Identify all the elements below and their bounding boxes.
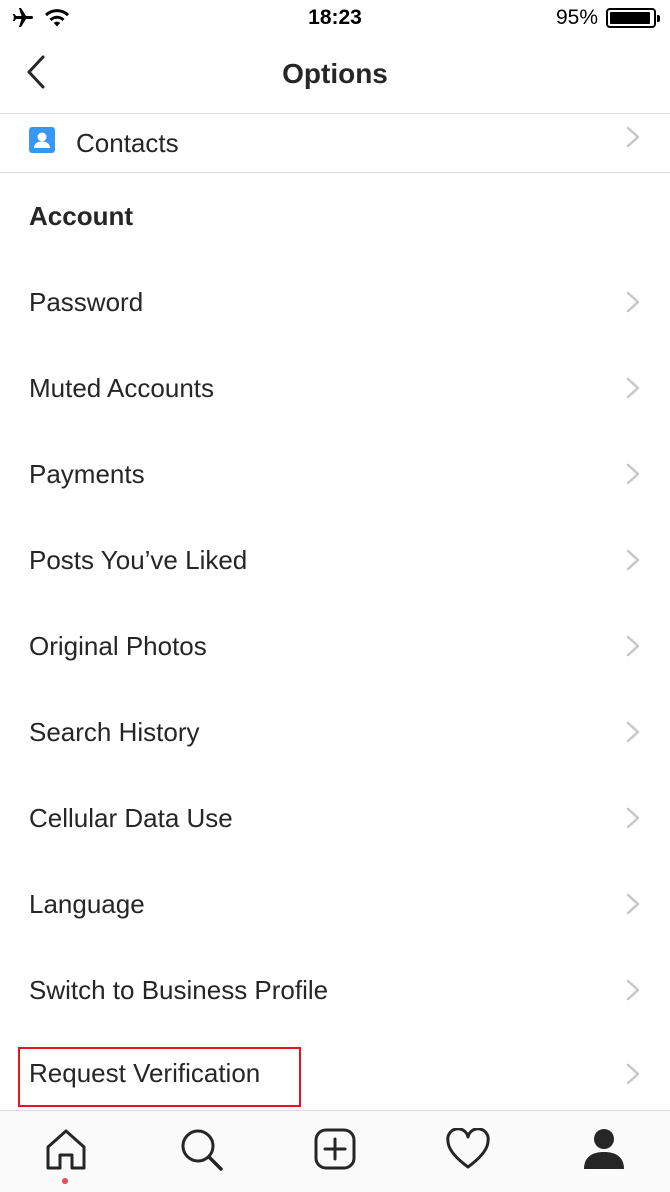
chevron-right-icon <box>626 807 640 829</box>
original-photos-row[interactable]: Original Photos <box>0 603 670 689</box>
chevron-right-icon <box>626 291 640 313</box>
row-label: Muted Accounts <box>29 372 214 403</box>
tab-home[interactable] <box>42 1127 90 1175</box>
status-right: 95% <box>555 6 660 30</box>
contacts-icon <box>29 126 55 160</box>
home-icon <box>44 1127 88 1176</box>
row-label: Original Photos <box>29 630 207 661</box>
row-label: Switch to Business Profile <box>29 974 329 1005</box>
row-label: Posts You’ve Liked <box>29 544 248 575</box>
tab-new-post[interactable] <box>311 1127 359 1175</box>
row-label: Cellular Data Use <box>29 802 233 833</box>
contacts-row[interactable]: Contacts <box>0 114 670 173</box>
row-label: Request Verification <box>29 1058 261 1088</box>
search-icon <box>179 1127 223 1176</box>
account-section-header: Account <box>29 200 133 231</box>
nav-bar: Options <box>0 38 670 114</box>
search-history-row[interactable]: Search History <box>0 689 670 775</box>
chevron-right-icon <box>626 549 640 571</box>
cellular-data-use-row[interactable]: Cellular Data Use <box>0 775 670 861</box>
activity-heart-icon <box>445 1126 491 1175</box>
battery-percentage: 95% <box>555 6 598 29</box>
switch-business-profile-row[interactable]: Switch to Business Profile <box>0 947 670 1033</box>
chevron-right-icon <box>626 463 640 485</box>
tab-activity[interactable] <box>444 1126 492 1175</box>
posts-liked-row[interactable]: Posts You’ve Liked <box>0 517 670 603</box>
password-row[interactable]: Password <box>0 259 670 345</box>
tab-profile[interactable] <box>580 1127 628 1175</box>
row-label: Password <box>29 286 144 317</box>
payments-row[interactable]: Payments <box>0 431 670 517</box>
page-title: Options <box>282 58 388 89</box>
contacts-label: Contacts <box>76 127 179 158</box>
chevron-right-icon <box>626 979 640 1001</box>
profile-icon <box>582 1127 626 1176</box>
battery-icon <box>606 8 660 28</box>
request-verification-row[interactable]: Request Verification <box>0 1033 670 1110</box>
chevron-right-icon <box>626 1063 640 1084</box>
tab-bar <box>0 1110 670 1192</box>
row-label: Payments <box>29 458 145 489</box>
tab-search[interactable] <box>177 1127 225 1175</box>
new-post-icon <box>313 1127 357 1176</box>
options-list: Contacts Account Password Muted Accounts… <box>0 114 670 1110</box>
chevron-right-icon <box>626 893 640 915</box>
active-tab-dot <box>62 1178 68 1184</box>
chevron-right-icon <box>626 377 640 399</box>
chevron-right-icon <box>626 126 640 148</box>
chevron-right-icon <box>626 721 640 743</box>
row-label: Search History <box>29 716 200 747</box>
row-label: Language <box>29 888 145 919</box>
chevron-right-icon <box>626 635 640 657</box>
muted-accounts-row[interactable]: Muted Accounts <box>0 345 670 431</box>
status-bar: 18:23 95% <box>0 0 670 38</box>
language-row[interactable]: Language <box>0 861 670 947</box>
battery-fill <box>610 12 650 24</box>
